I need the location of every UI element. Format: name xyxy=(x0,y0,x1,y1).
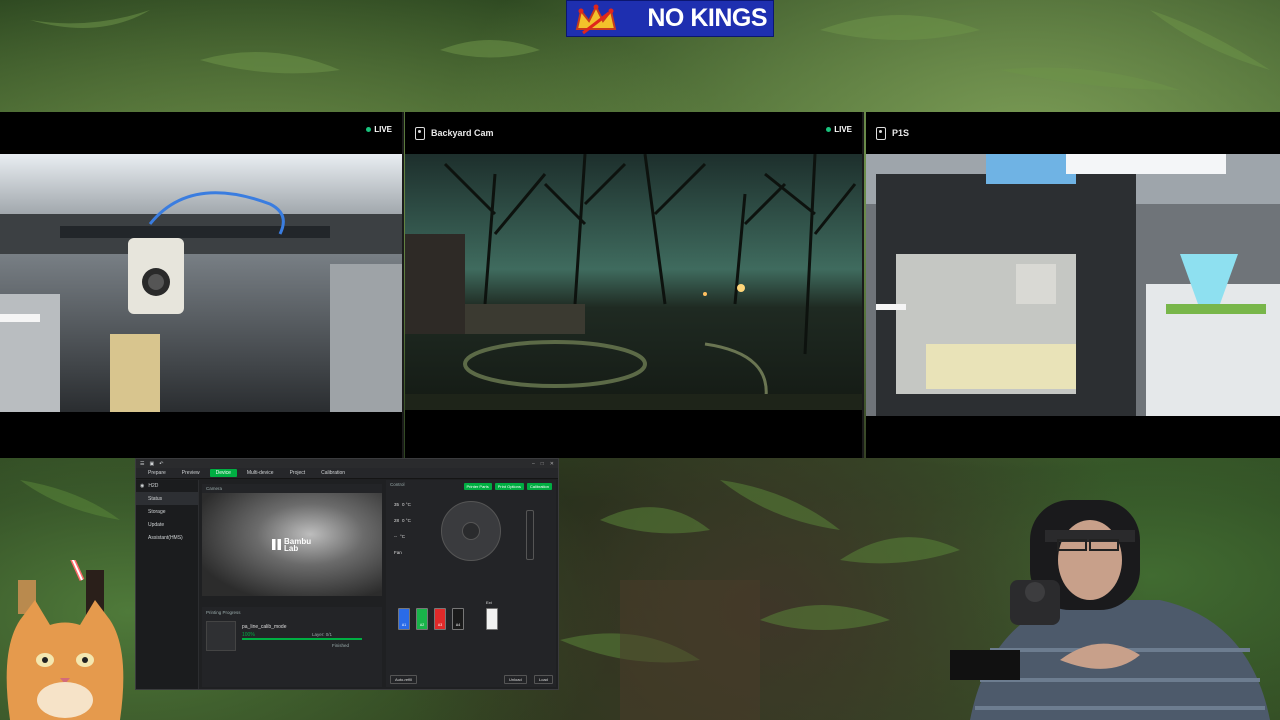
undo-icon[interactable]: ↶ xyxy=(159,461,163,467)
backyard-night-image xyxy=(405,154,862,410)
job-thumbnail xyxy=(206,621,236,651)
printer-selector[interactable]: ◉ H2D xyxy=(136,480,198,492)
live-dot-icon xyxy=(366,127,372,132)
joystick-icon[interactable] xyxy=(441,501,501,561)
filament-slot-2[interactable]: A2 xyxy=(416,608,428,630)
studio-camera-view[interactable]: Bambu Lab xyxy=(202,493,382,596)
progress-bar xyxy=(242,638,362,640)
camera-panel-header: Camera xyxy=(202,484,382,492)
sidebar-item-assistant[interactable]: Assistant(HMS) xyxy=(136,531,198,544)
window-controls: – □ ✕ xyxy=(532,461,554,467)
temp-value: -- xyxy=(394,534,397,539)
studio-titlebar: ☰ ▣ ↶ – □ ✕ xyxy=(136,459,558,468)
banner-text: NO KINGS xyxy=(647,4,767,32)
control-panel: Control Printer Parts Print Options Cali… xyxy=(386,480,556,687)
tab-calibration[interactable]: Calibration xyxy=(315,469,351,477)
tab-preview[interactable]: Preview xyxy=(176,469,206,477)
fan-label: Fan xyxy=(394,550,402,555)
tab-device[interactable]: Device xyxy=(209,469,237,477)
camera-header: P1S xyxy=(866,112,1280,154)
camera-feed-h2d[interactable]: LIVE xyxy=(0,112,404,458)
studio-camera-panel: Camera Bambu Lab xyxy=(202,484,382,596)
wifi-icon: ◉ xyxy=(140,483,145,489)
calibration-button[interactable]: Calibration xyxy=(526,483,552,490)
printer-name: H2D xyxy=(148,483,159,489)
ext-label: Ext xyxy=(486,600,492,605)
camera-icon xyxy=(415,126,425,140)
bambu-mark-icon xyxy=(272,539,281,550)
no-kings-banner: NO KINGS xyxy=(566,0,774,37)
home-button[interactable] xyxy=(462,522,480,540)
studio-sidebar: ◉ H2D Status Storage Update Assistant(HM… xyxy=(136,480,199,689)
progress-header: Printing Progress xyxy=(206,610,241,615)
camera-panel-label: Camera xyxy=(206,485,223,491)
temp-value: 35 xyxy=(394,502,400,507)
z-axis-slider[interactable] xyxy=(526,510,534,560)
print-options-button[interactable]: Print Options xyxy=(494,483,524,490)
maximize-icon[interactable]: □ xyxy=(541,461,544,467)
camera-view-p1s-room xyxy=(866,154,1280,416)
bed-temp[interactable]: 28 0 °C xyxy=(394,518,411,523)
sidebar-item-storage[interactable]: Storage xyxy=(136,505,198,518)
chamber-temp[interactable]: -- °C xyxy=(394,534,405,539)
camera-title: Backyard Cam xyxy=(431,128,494,138)
minimize-icon[interactable]: – xyxy=(532,461,535,467)
fan-control[interactable]: Fan xyxy=(394,550,402,555)
close-icon[interactable]: ✕ xyxy=(550,461,554,467)
auto-refill-button[interactable]: Auto-refill xyxy=(390,675,417,684)
temp-value: 28 xyxy=(394,518,400,523)
layer-info: Layer: 0/1 xyxy=(312,632,333,637)
camera-feed-backyard[interactable]: Backyard Cam LIVE xyxy=(405,112,864,458)
nozzle-temp[interactable]: 35 0 °C xyxy=(394,502,411,507)
filament-slot-3[interactable]: A3 xyxy=(434,608,446,630)
camera-header: Backyard Cam xyxy=(405,112,862,154)
camera-title: P1S xyxy=(892,128,910,138)
unload-button[interactable]: Unload xyxy=(504,675,527,684)
filament-slot-1[interactable]: A1 xyxy=(398,608,410,630)
live-dot-icon xyxy=(826,127,832,132)
tab-multi-device[interactable]: Multi-device xyxy=(241,469,280,477)
cat-overlay-image xyxy=(6,560,124,720)
tab-project[interactable]: Project xyxy=(284,469,312,477)
job-status: Finished xyxy=(332,643,350,648)
camera-strip: LIVE Backyard Cam LIVE P1S xyxy=(0,112,1280,458)
live-label: LIVE xyxy=(834,125,852,134)
live-indicator: LIVE xyxy=(826,125,852,134)
camera-view-backyard xyxy=(405,154,862,410)
live-indicator: LIVE xyxy=(366,125,392,134)
printer-parts-button[interactable]: Printer Parts xyxy=(463,483,492,490)
job-name: pa_line_calib_mode xyxy=(242,624,287,630)
temp-target: 0 °C xyxy=(402,502,411,507)
printing-progress-panel: Printing Progress pa_line_calib_mode 100… xyxy=(202,607,382,687)
external-spool[interactable] xyxy=(486,608,498,630)
bambu-lab-logo: Bambu Lab xyxy=(272,536,312,553)
control-buttons: Printer Parts Print Options Calibration xyxy=(463,483,552,490)
live-label: LIVE xyxy=(374,125,392,134)
bambu-studio-window[interactable]: ☰ ▣ ↶ – □ ✕ Prepare Preview Device Multi… xyxy=(135,458,559,690)
camera-feed-p1s[interactable]: P1S xyxy=(866,112,1280,458)
camera-icon xyxy=(876,126,886,140)
camera-header xyxy=(0,112,402,154)
studio-nav: Prepare Preview Device Multi-device Proj… xyxy=(136,468,558,479)
progress-fill xyxy=(242,638,362,640)
tab-prepare[interactable]: Prepare xyxy=(142,469,172,477)
temp-target: 0 °C xyxy=(402,518,411,523)
brand-text: Bambu Lab xyxy=(284,536,312,553)
streamer-webcam-overlay xyxy=(950,500,1270,720)
printer-interior-image xyxy=(0,154,402,412)
temp-target: °C xyxy=(400,534,406,539)
camera-view-printer-interior xyxy=(0,154,402,412)
p1s-room-image xyxy=(866,154,1280,416)
filament-slot-4[interactable]: A4 xyxy=(452,608,464,630)
sidebar-item-status[interactable]: Status xyxy=(136,492,198,505)
load-button[interactable]: Load xyxy=(534,675,553,684)
save-icon[interactable]: ▣ xyxy=(149,461,154,467)
sidebar-item-update[interactable]: Update xyxy=(136,518,198,531)
crown-icon xyxy=(575,4,617,35)
menu-icon[interactable]: ☰ xyxy=(140,461,144,467)
